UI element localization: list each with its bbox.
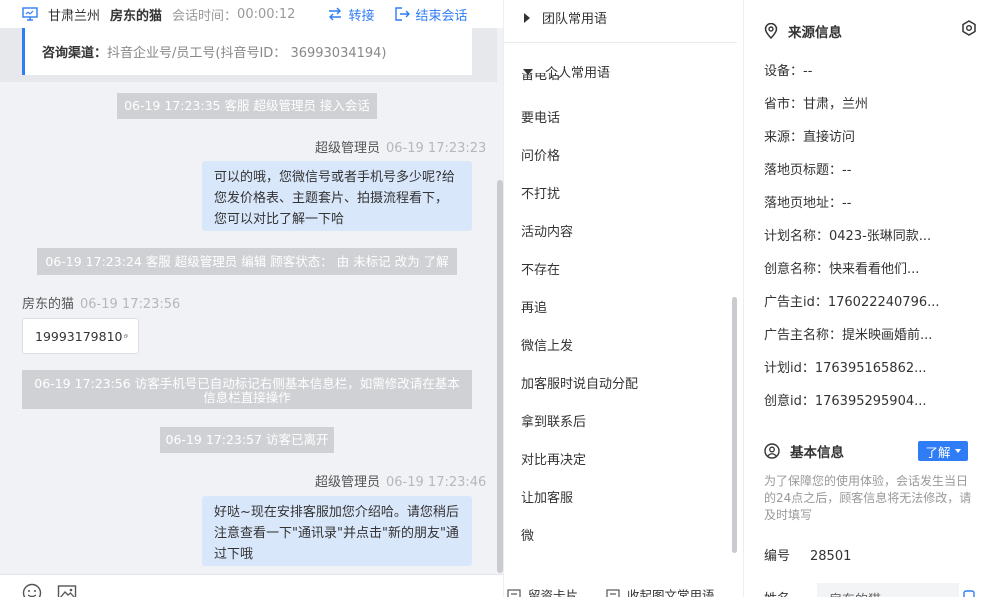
lead-card-button[interactable]: 留资卡片	[507, 585, 578, 597]
source-info-row: 广告主名称：提米映画婚前...	[764, 328, 933, 343]
transfer-button[interactable]: 转接	[327, 5, 374, 24]
agent-message-bubble: 可以的哦，您微信号或者手机号多少呢?给您发价格表、主题套片、拍摄流程看下，您可以…	[202, 161, 472, 231]
edit-deadline-note: 为了保障您的使用体验，会话发生当日的24点之后，顾客信息将无法修改，请及时填写	[764, 474, 972, 522]
phrase-item[interactable]: 再追	[521, 297, 547, 316]
team-phrases-label: 团队常用语	[542, 12, 608, 27]
phrases-footer: 留资卡片 收起图文常用语	[504, 585, 743, 597]
divider	[504, 42, 737, 43]
collapse-icon	[606, 588, 620, 597]
end-session-label: 结束会话	[415, 8, 468, 24]
customer-status-label: 了解	[925, 444, 951, 460]
collapse-phrases-label: 收起图文常用语	[627, 588, 715, 597]
source-info-row: 设备：--	[764, 64, 813, 79]
lead-card-label: 留资卡片	[528, 588, 579, 597]
basic-info-title: 基本信息	[790, 445, 844, 461]
collapse-phrases-button[interactable]: 收起图文常用语	[606, 585, 715, 597]
user-icon	[764, 443, 780, 459]
basic-info-header: 基本信息	[764, 441, 844, 461]
end-session-button[interactable]: 结束会话	[394, 5, 467, 24]
team-phrases-group[interactable]: 团队常用语	[524, 8, 607, 27]
end-session-icon	[395, 7, 411, 21]
visitor-message-bubble: 19993179810	[22, 318, 139, 354]
customer-name-label: 姓名	[764, 588, 790, 597]
customer-status-dropdown[interactable]: 了解	[918, 441, 968, 461]
sender-time: 06-19 17:23:56	[80, 297, 181, 312]
agent-message-bubble: 好哒~现在安排客服加您介绍哈。请您稍后注意查看一下"通讯录"并点击"新的朋友"通…	[202, 496, 472, 566]
phrase-item[interactable]: 活动内容	[521, 221, 573, 240]
phrase-item[interactable]: 微信上发	[521, 335, 573, 354]
emoji-icon[interactable]	[22, 583, 42, 597]
sender-name: 超级管理员	[315, 475, 381, 490]
consult-channel-value: 抖音企业号/员工号(抖音号ID： 36993034194)	[107, 46, 387, 61]
phrase-item[interactable]: 对比再决定	[521, 449, 586, 468]
card-icon	[507, 588, 521, 597]
sender-name: 房东的猫	[22, 297, 75, 312]
customer-name-field[interactable]: 房东的猫	[817, 583, 959, 597]
quick-replies-panel: 团队常用语 个人常用语 留电话 要电话 问价格 不打扰 活动内容 不存在 再追 …	[503, 0, 743, 597]
chevron-down-icon	[954, 449, 961, 453]
system-message: 06-19 17:23:57 访客已离开	[160, 427, 334, 453]
phrase-item[interactable]: 不存在	[521, 259, 560, 278]
chat-input-toolbar	[0, 574, 503, 597]
source-info-row: 落地页地址：--	[764, 196, 852, 211]
customer-id-label: 编号	[764, 549, 791, 564]
phrases-scrollbar[interactable]	[732, 297, 737, 553]
phrase-item[interactable]: 微	[521, 525, 534, 544]
phrase-item[interactable]: 留电话	[521, 73, 581, 82]
location-icon	[764, 23, 778, 39]
source-info-row: 省市：甘肃，兰州	[764, 97, 869, 112]
consult-channel-label: 咨询渠道：	[42, 46, 108, 61]
session-time-label: 会话时间：	[172, 8, 238, 24]
sender-name: 超级管理员	[315, 141, 381, 156]
sender-time: 06-19 17:23:46	[386, 475, 487, 490]
phrase-item[interactable]: 拿到联系后	[521, 411, 586, 430]
consult-channel-card: 咨询渠道： 抖音企业号/员工号(抖音号ID： 36993034194)	[0, 28, 497, 82]
customer-region: 甘肃兰州	[48, 8, 101, 24]
monitor-icon	[22, 7, 38, 21]
source-info-row: 计划id：176395165862...	[764, 361, 927, 376]
visitor-phone-text: 19993179810	[35, 328, 123, 344]
source-info-row: 来源：直接访问	[764, 130, 856, 145]
sender-time: 06-19 17:23:23	[386, 141, 487, 156]
copy-icon[interactable]	[124, 330, 128, 342]
customer-id-row: 编号 28501	[764, 545, 851, 564]
image-icon[interactable]	[57, 583, 77, 597]
transfer-icon	[329, 7, 342, 21]
visitor-sender: 房东的猫 06-19 17:23:56	[22, 293, 180, 312]
phrase-item[interactable]: 要电话	[521, 107, 560, 126]
system-message: 06-19 17:23:35 客服 超级管理员 接入会话	[117, 93, 377, 119]
system-message: 06-19 17:23:56 访客手机号已自动标记右侧基本信息栏，如需修改请在基…	[22, 370, 472, 409]
agent-sender: 超级管理员 06-19 17:23:46	[315, 471, 486, 490]
source-info-row: 落地页标题：--	[764, 163, 852, 178]
chat-header: 甘肃兰州 房东的猫 会话时间： 00:00:12 转接 结束会话	[0, 0, 503, 28]
phrase-item[interactable]: 问价格	[521, 145, 560, 164]
phrase-item[interactable]: 加客服时说自动分配	[521, 373, 638, 392]
agent-sender: 超级管理员 06-19 17:23:23	[315, 137, 486, 156]
settings-icon[interactable]	[961, 20, 977, 36]
edit-icon[interactable]	[963, 590, 975, 597]
transfer-label: 转接	[348, 8, 375, 24]
caret-right-icon	[524, 12, 530, 23]
session-timer: 00:00:12	[237, 6, 296, 22]
source-info-row: 广告主id：176022240796...	[764, 295, 940, 310]
phrase-item[interactable]: 不打扰	[521, 183, 560, 202]
system-message: 06-19 17:23:24 客服 超级管理员 编辑 顾客状态： 由 未标记 改…	[37, 248, 457, 275]
source-info-row: 创意id：176395295904...	[764, 394, 927, 409]
chat-panel: 甘肃兰州 房东的猫 会话时间： 00:00:12 转接 结束会话 咨询渠道： 抖…	[0, 0, 503, 597]
customer-name: 房东的猫	[110, 8, 163, 24]
customer-id-value: 28501	[810, 549, 852, 564]
customer-info-panel: 来源信息 设备：-- 省市：甘肃，兰州 来源：直接访问 落地页标题：-- 落地页…	[743, 0, 990, 597]
source-info-row: 计划名称：0423-张琳同款...	[764, 229, 932, 244]
source-info-title: 来源信息	[788, 25, 842, 41]
source-info-row: 创意名称：快来看看他们...	[764, 262, 920, 277]
consult-channel: 咨询渠道： 抖音企业号/员工号(抖音号ID： 36993034194)	[22, 28, 472, 75]
source-info-header: 来源信息	[764, 21, 842, 41]
phrase-item[interactable]: 让加客服	[521, 487, 573, 506]
